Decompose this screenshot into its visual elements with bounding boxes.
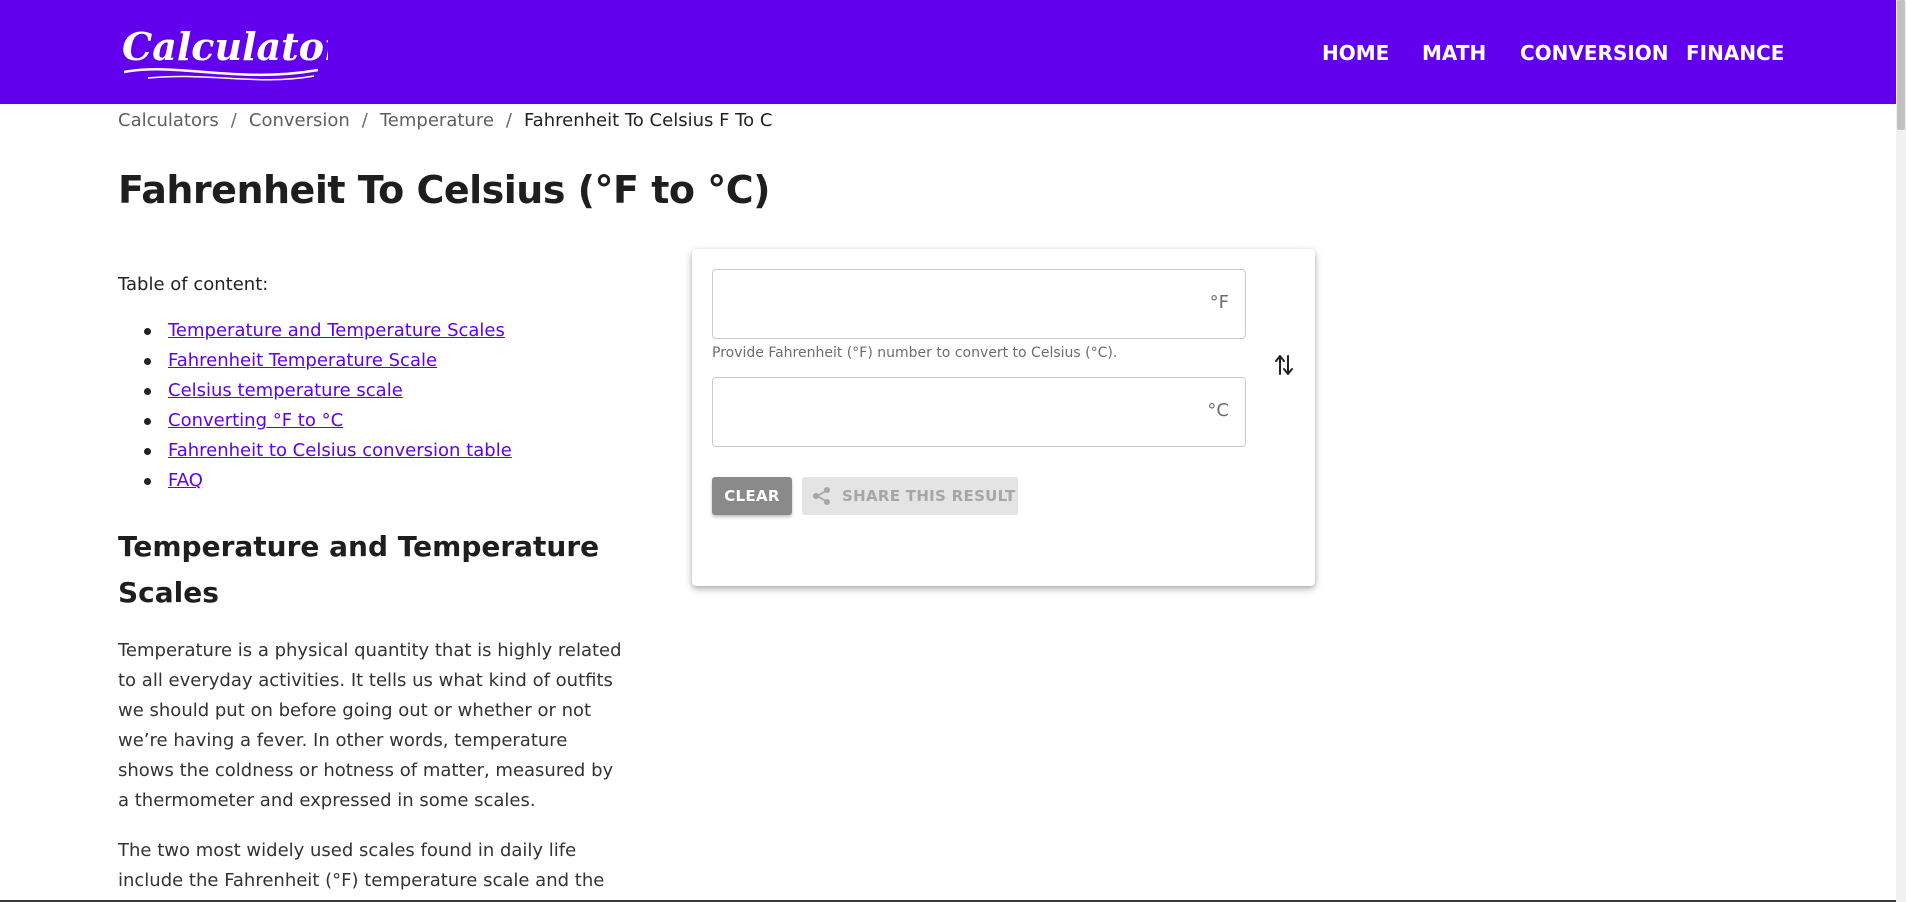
breadcrumb-separator: /: [230, 109, 237, 131]
page: Calculatorful HOME MATH CONVERSION FINAN…: [0, 0, 1906, 902]
breadcrumb-calculators[interactable]: Calculators: [118, 110, 219, 131]
converter-card: °F Provide Fahrenheit (°F) number to con…: [692, 249, 1315, 586]
fahrenheit-input[interactable]: [727, 270, 1187, 338]
nav-conversion[interactable]: CONVERSION: [1520, 40, 1669, 66]
breadcrumb-separator: /: [505, 109, 512, 131]
site-header: Calculatorful HOME MATH CONVERSION FINAN…: [0, 0, 1896, 104]
page-scrollbar[interactable]: [1896, 0, 1906, 902]
toc-link-converting[interactable]: Converting °F to °C: [168, 410, 343, 431]
fahrenheit-unit: °F: [1209, 292, 1229, 313]
toc-label: Table of content:: [118, 274, 269, 295]
scrollbar-thumb[interactable]: [1897, 0, 1905, 130]
share-result-label: SHARE THIS RESULT: [842, 487, 1016, 505]
toc-link-fahrenheit-scale[interactable]: Fahrenheit Temperature Scale: [168, 350, 437, 371]
toc-item: Fahrenheit to Celsius conversion table: [144, 436, 628, 466]
fahrenheit-hint: Provide Fahrenheit (°F) number to conver…: [712, 345, 1118, 361]
breadcrumb: Calculators / Conversion / Temperature /…: [118, 108, 772, 132]
toc-item: FAQ: [144, 466, 628, 496]
nav-finance[interactable]: FINANCE: [1686, 40, 1784, 66]
celsius-input[interactable]: [727, 378, 1187, 446]
page-title: Fahrenheit To Celsius (°F to °C): [118, 168, 771, 212]
clear-button[interactable]: CLEAR: [712, 477, 792, 515]
article-paragraph: Temperature is a physical quantity that …: [118, 640, 622, 811]
toc-item: Converting °F to °C: [144, 406, 628, 436]
toc-item: Temperature and Temperature Scales: [144, 316, 628, 346]
swap-vertical-icon[interactable]: [1270, 349, 1298, 381]
breadcrumb-separator: /: [361, 109, 368, 131]
toc-link-conversion-table[interactable]: Fahrenheit to Celsius conversion table: [168, 440, 512, 461]
nav-math[interactable]: MATH: [1422, 40, 1486, 66]
article-paragraph: The two most widely used scales found in…: [118, 840, 605, 891]
fahrenheit-field[interactable]: °F: [712, 269, 1246, 339]
nav-home[interactable]: HOME: [1322, 40, 1389, 66]
breadcrumb-temperature[interactable]: Temperature: [380, 110, 494, 131]
share-result-button[interactable]: SHARE THIS RESULT: [802, 477, 1018, 515]
article: Table of content: Temperature and Temper…: [118, 270, 628, 896]
breadcrumb-current: Fahrenheit To Celsius F To C: [523, 109, 773, 131]
toc-link-faq[interactable]: FAQ: [168, 470, 203, 491]
main-nav: HOME MATH CONVERSION FINANCE: [0, 0, 1896, 104]
toc-link-celsius-scale[interactable]: Celsius temperature scale: [168, 380, 403, 401]
share-icon: [813, 487, 830, 505]
toc-link-temperature-scales[interactable]: Temperature and Temperature Scales: [168, 320, 505, 341]
section-heading: Temperature and Temperature Scales: [118, 530, 600, 609]
celsius-unit: °C: [1207, 400, 1229, 421]
celsius-field[interactable]: °C: [712, 377, 1246, 447]
toc-item: Fahrenheit Temperature Scale: [144, 346, 628, 376]
table-of-contents: Temperature and Temperature Scales Fahre…: [118, 316, 628, 496]
breadcrumb-conversion[interactable]: Conversion: [249, 110, 350, 131]
toc-item: Celsius temperature scale: [144, 376, 628, 406]
